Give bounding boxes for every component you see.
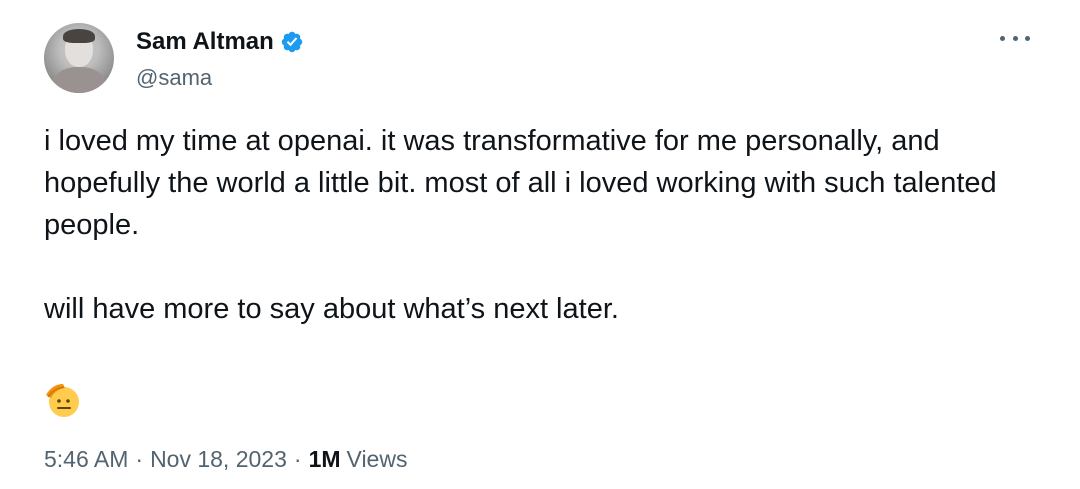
- tweet-paragraph: i loved my time at openai. it was transf…: [44, 125, 997, 241]
- tweet-meta: 5:46 AM · Nov 18, 2023 · 1M Views: [44, 446, 407, 473]
- verified-badge-icon[interactable]: [280, 30, 304, 54]
- avatar-hair: [63, 29, 95, 43]
- author-names: Sam Altman @sama: [136, 25, 304, 91]
- display-name[interactable]: Sam Altman: [136, 28, 274, 56]
- tweet-card: Sam Altman @sama i loved my time at open…: [0, 0, 1080, 489]
- meta-separator: ·: [135, 446, 144, 472]
- views-label[interactable]: Views: [347, 446, 408, 473]
- more-options-icon[interactable]: [1000, 26, 1030, 50]
- more-dot: [1012, 35, 1018, 41]
- saluting-face-icon: [46, 384, 79, 417]
- more-dot: [1000, 35, 1005, 41]
- tweet-time[interactable]: 5:46 AM: [44, 446, 128, 473]
- tweet-paragraph: will have more to say about what’s next …: [44, 293, 619, 325]
- tweet-date[interactable]: Nov 18, 2023: [150, 446, 287, 473]
- handle[interactable]: @sama: [136, 65, 304, 91]
- name-row: Sam Altman: [136, 25, 304, 59]
- tweet-header: Sam Altman @sama: [44, 22, 304, 94]
- avatar[interactable]: [44, 23, 114, 93]
- meta-separator: ·: [293, 446, 302, 472]
- more-dot: [1025, 35, 1030, 41]
- tweet-text: i loved my time at openai. it was transf…: [44, 120, 1024, 330]
- avatar-shirt: [52, 67, 106, 93]
- views-count[interactable]: 1M: [309, 446, 341, 473]
